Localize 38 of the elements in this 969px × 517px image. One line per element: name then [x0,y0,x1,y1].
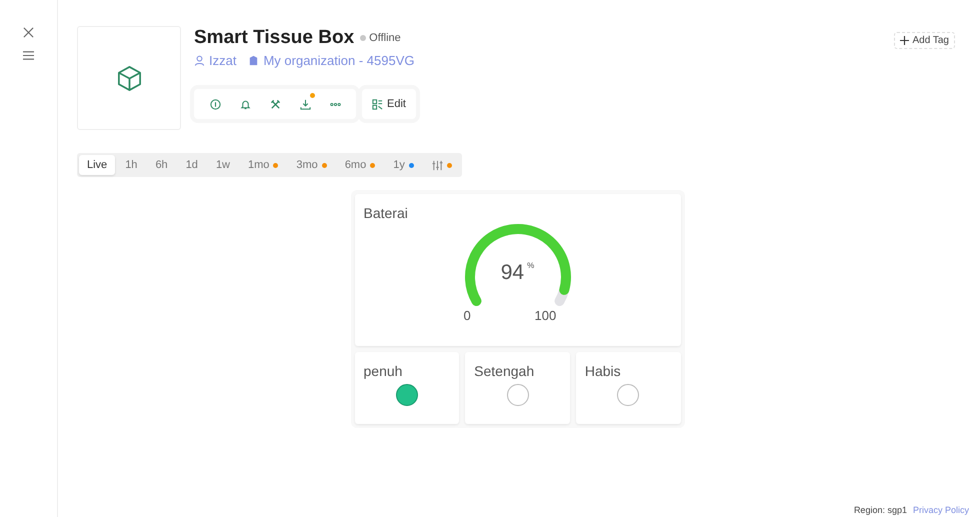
time-range-tab[interactable]: Live [79,155,116,175]
edit-button[interactable]: Edit [362,89,416,119]
widget-title: penuh [364,363,402,379]
tools-icon [270,98,280,110]
close-icon[interactable] [23,27,34,38]
region-label: Region: sgp1 [854,505,907,515]
add-tag-button[interactable]: Add Tag [894,32,955,49]
bell-icon [240,98,250,110]
menu-icon[interactable] [23,50,34,61]
owner-link[interactable]: Izzat [209,53,236,68]
widget-title: Baterai [364,205,409,221]
time-range-tab[interactable]: 6h [147,155,176,175]
time-range-tab[interactable]: 1y [385,155,422,175]
gauge-value: 94 [500,261,524,284]
time-range-tab[interactable]: 1d [178,155,206,175]
time-range-tab[interactable]: 3mo [288,155,335,175]
organization-link[interactable]: My organization - 4595VG [263,53,414,68]
gauge-unit: % [527,261,534,270]
time-range-tab[interactable]: 6mo [336,155,384,175]
time-range-tab[interactable]: 1w [208,155,238,175]
info-icon [210,98,220,110]
privacy-policy-link[interactable]: Privacy Policy [912,505,969,515]
building-icon [248,55,260,66]
download-icon [300,98,310,110]
notification-badge [310,93,315,98]
gauge-max: 100 [534,308,556,323]
sliders-icon [432,160,443,170]
widget-title: Habis [584,363,621,379]
gauge-min: 0 [464,308,471,323]
plus-icon [900,36,910,45]
widget-title: Setengah [474,363,534,379]
status-label: Offline [369,32,401,44]
cube-icon [116,64,142,92]
time-range-tab[interactable]: 1mo [240,155,286,175]
edit-icon [372,98,383,110]
device-title: Smart Tissue Box [194,27,354,49]
time-range-tab[interactable]: 1h [117,155,146,175]
user-icon [194,55,205,66]
